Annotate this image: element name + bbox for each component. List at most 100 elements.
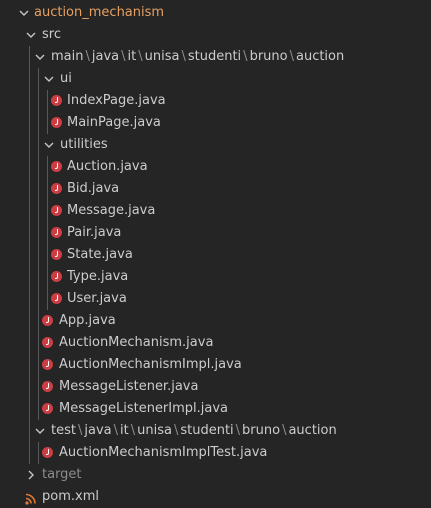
indent-guide	[38, 398, 39, 420]
java-file-icon	[51, 227, 62, 238]
path-segment: it	[120, 423, 129, 438]
path-segment: bruno	[242, 423, 281, 438]
file-label: AuctionMechanismImplTest.java	[59, 445, 268, 460]
folder-target[interactable]: target	[0, 464, 431, 486]
java-file-icon	[51, 205, 62, 216]
indent-guide	[38, 354, 39, 376]
chevron-down-icon	[23, 24, 39, 46]
indent-guide	[38, 178, 39, 200]
indent-guide	[29, 178, 30, 200]
path-segment: studenti	[180, 423, 234, 438]
file-message-java[interactable]: Message.java	[0, 200, 431, 222]
indent-guide	[29, 134, 30, 156]
folder-utilities[interactable]: utilities	[0, 134, 431, 156]
file-label: AuctionMechanism.java	[59, 335, 214, 350]
file-auctionmechanismimpltest-java[interactable]: AuctionMechanismImplTest.java	[0, 442, 431, 464]
indent-guide	[29, 398, 30, 420]
java-file-icon	[42, 381, 53, 392]
path-segment: test	[51, 423, 76, 438]
indent-guide	[29, 112, 30, 134]
indent-guide	[38, 200, 39, 222]
file-auctionmechanismimpl-java[interactable]: AuctionMechanismImpl.java	[0, 354, 431, 376]
file-explorer-tree: auction_mechanism src main \ java \ it \ unisa…	[0, 0, 431, 508]
file-state-java[interactable]: State.java	[0, 244, 431, 266]
file-label: AuctionMechanismImpl.java	[59, 357, 242, 372]
path-segment: java	[91, 49, 120, 64]
java-file-icon	[51, 293, 62, 304]
file-auction-java[interactable]: Auction.java	[0, 156, 431, 178]
indent-guide	[29, 376, 30, 398]
path-separator: \	[113, 423, 118, 438]
file-label: MessageListener.java	[59, 379, 199, 394]
indent-guide	[47, 90, 48, 112]
folder-test-path[interactable]: test \ java \ it \ unisa \ studenti \ bruno \ auctio…	[0, 420, 431, 442]
file-mainpage-java[interactable]: MainPage.java	[0, 112, 431, 134]
java-file-icon	[42, 359, 53, 370]
indent-guide	[29, 332, 30, 354]
path-segment: unisa	[144, 49, 180, 64]
indent-guide	[38, 222, 39, 244]
file-app-java[interactable]: App.java	[0, 310, 431, 332]
path-segment: it	[127, 49, 137, 64]
file-messagelistener-java[interactable]: MessageListener.java	[0, 376, 431, 398]
indent-guide	[38, 442, 39, 464]
folder-auction-mechanism[interactable]: auction_mechanism	[0, 2, 431, 24]
indent-guide	[29, 244, 30, 266]
indent-guide	[29, 354, 30, 376]
folder-path-label: main \ java \ it \ unisa \ studenti \ bruno \ auctio…	[51, 46, 344, 68]
file-auctionmechanism-java[interactable]: AuctionMechanism.java	[0, 332, 431, 354]
path-separator: \	[243, 49, 248, 64]
indent-guide	[47, 112, 48, 134]
indent-guide	[29, 266, 30, 288]
folder-main-path[interactable]: main \ java \ it \ unisa \ studenti \ bruno \ auctio…	[0, 46, 431, 68]
indent-guide	[38, 112, 39, 134]
file-user-java[interactable]: User.java	[0, 288, 431, 310]
folder-ui[interactable]: ui	[0, 68, 431, 90]
path-separator: \	[85, 49, 90, 64]
file-label: Type.java	[67, 269, 129, 284]
path-segment: java	[84, 423, 112, 438]
indent-guide	[38, 288, 39, 310]
folder-src[interactable]: src	[0, 24, 431, 46]
file-label: Message.java	[67, 203, 156, 218]
indent-guide	[38, 332, 39, 354]
rss-icon	[25, 491, 36, 505]
file-type-java[interactable]: Type.java	[0, 266, 431, 288]
file-label: pom.xml	[42, 489, 99, 504]
path-separator: \	[289, 49, 294, 64]
indent-guide	[29, 200, 30, 222]
file-label: Auction.java	[67, 159, 148, 174]
java-file-icon	[51, 161, 62, 172]
indent-guide	[47, 200, 48, 222]
java-file-icon	[42, 337, 53, 348]
indent-guide	[47, 266, 48, 288]
indent-guide	[38, 68, 39, 90]
java-file-icon	[51, 271, 62, 282]
indent-guide	[38, 310, 39, 332]
file-indexpage-java[interactable]: IndexPage.java	[0, 90, 431, 112]
file-label: State.java	[67, 247, 133, 262]
file-pair-java[interactable]: Pair.java	[0, 222, 431, 244]
file-messagelistenerimpl-java[interactable]: MessageListenerImpl.java	[0, 398, 431, 420]
path-segment: main	[51, 49, 84, 64]
path-separator: \	[181, 49, 186, 64]
indent-guide	[29, 46, 30, 68]
file-label: Pair.java	[67, 225, 122, 240]
indent-guide	[38, 134, 39, 156]
file-label: MainPage.java	[67, 115, 161, 130]
file-bid-java[interactable]: Bid.java	[0, 178, 431, 200]
chevron-down-icon	[32, 46, 48, 68]
file-label: Bid.java	[67, 181, 120, 196]
chevron-down-icon	[41, 134, 57, 156]
indent-guide	[29, 68, 30, 90]
file-label: IndexPage.java	[67, 93, 166, 108]
indent-guide	[29, 222, 30, 244]
path-separator: \	[235, 423, 241, 438]
indent-guide	[38, 156, 39, 178]
folder-label: utilities	[60, 137, 108, 152]
indent-guide	[38, 266, 39, 288]
indent-guide	[29, 310, 30, 332]
path-separator: \	[138, 49, 143, 64]
file-pom-xml[interactable]: pom.xml	[0, 486, 431, 508]
folder-path-label: test \ java \ it \ unisa \ studenti \ bruno \ auctio…	[51, 420, 337, 442]
